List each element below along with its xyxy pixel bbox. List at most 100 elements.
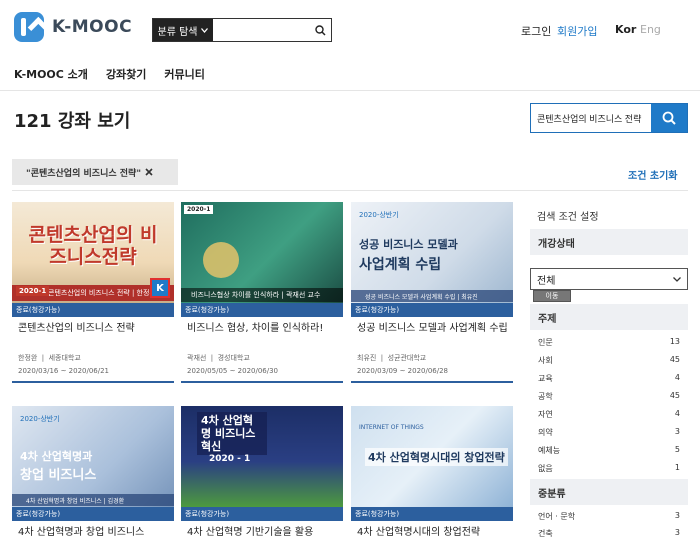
subject-name: 공학 xyxy=(538,392,553,401)
course-title[interactable]: 성공 비즈니스 모델과 사업계획 수립 xyxy=(351,322,513,350)
nav-item-courses[interactable]: 강좌찾기 xyxy=(106,66,146,82)
subject-count: 13 xyxy=(669,337,680,346)
course-instructor-school: 한정완 | 세종대학교 xyxy=(18,354,81,362)
signup-link[interactable]: 회원가입 xyxy=(557,23,597,39)
subject-filter-item[interactable]: 의약 3 xyxy=(538,427,680,438)
filter-chip-label: "콘텐츠산업의 비즈니스 전략" xyxy=(26,168,142,179)
mid-category-filter-item[interactable]: 언어 · 문학 3 xyxy=(538,511,680,522)
close-icon[interactable] xyxy=(145,168,153,176)
course-card[interactable]: INTERNET OF THINGS 4차 산업혁명시대의 창업전략 종료(청강… xyxy=(351,406,513,540)
subject-filter-item[interactable]: 자연 4 xyxy=(538,409,680,420)
course-status: 종료(청강가능) xyxy=(351,303,513,317)
thumbnail-year-tag: 2020-상반기 xyxy=(20,415,60,423)
course-title[interactable]: 4차 산업혁명시대의 창업전략 xyxy=(351,526,513,540)
subject-count: 4 xyxy=(674,373,680,382)
nav-item-about[interactable]: K-MOOC 소개 xyxy=(14,66,88,82)
subject-name: 없음 xyxy=(538,464,553,473)
card-bottom-bar xyxy=(181,381,343,383)
thumbnail-subtitle: 4차 산업혁명과 xyxy=(20,450,93,463)
thumbnail-title: 사업계획 수립 xyxy=(359,257,442,273)
subject-name: 의약 xyxy=(538,428,553,437)
subject-name: 자연 xyxy=(538,410,553,419)
course-status: 종료(청강가능) xyxy=(12,507,174,521)
course-instructor-school: 최유진 | 성균관대학교 xyxy=(357,354,427,362)
status-select[interactable]: 전체 xyxy=(530,268,688,290)
search-icon xyxy=(314,24,326,36)
thumbnail-caption: 성공 비즈니스 모델과 사업계획 수립 | 최유진 xyxy=(351,290,513,302)
reset-filters-link[interactable]: 조건 초기화 xyxy=(628,167,677,182)
nav-divider xyxy=(0,90,700,91)
page-title: 121 강좌 보기 xyxy=(14,111,131,132)
filter-settings-heading: 검색 조건 설정 xyxy=(537,212,599,223)
course-thumbnail[interactable]: 콘텐츠산업의 비즈니스전략 콘텐츠산업의 비즈니스 전략 | 한정완 2020-… xyxy=(12,202,174,303)
course-title[interactable]: 4차 산업혁명과 창업 비즈니스 xyxy=(12,526,174,540)
thumbnail-caption: 4차 산업혁명과 창업 비즈니스 | 김경환 xyxy=(12,494,174,506)
top-search-button[interactable] xyxy=(309,19,331,41)
move-tooltip: 이동 xyxy=(533,290,571,302)
course-thumbnail[interactable]: 2020-상반기 성공 비즈니스 모델과 사업계획 수립 성공 비즈니스 모델과… xyxy=(351,202,513,303)
course-thumbnail[interactable]: INTERNET OF THINGS 4차 산업혁명시대의 창업전략 xyxy=(351,406,513,507)
top-search-input[interactable] xyxy=(213,19,309,41)
course-search-bar xyxy=(530,103,688,133)
lang-kor-link[interactable]: Kor xyxy=(615,23,636,36)
course-school: 세종대학교 xyxy=(48,354,81,362)
lang-eng-link[interactable]: Eng xyxy=(640,23,661,36)
subject-count: 4 xyxy=(674,409,680,418)
course-title[interactable]: 비즈니스 협상, 차이를 인식하라! xyxy=(181,322,343,350)
chevron-down-icon xyxy=(673,276,681,282)
subject-section-header[interactable]: 주제 xyxy=(530,304,688,330)
course-card[interactable]: 2020-상반기 성공 비즈니스 모델과 사업계획 수립 성공 비즈니스 모델과… xyxy=(351,202,513,383)
course-status: 종료(청강가능) xyxy=(181,507,343,521)
mid-category-filter-item[interactable]: 건축 3 xyxy=(538,528,680,539)
status-select-value: 전체 xyxy=(537,275,556,287)
mid-category-name: 건축 xyxy=(538,529,553,538)
thumbnail-year-tag: 2020-상반기 xyxy=(359,211,399,219)
thumbnail-year-tag: 2020-1 xyxy=(184,205,214,214)
search-icon xyxy=(662,111,676,125)
kmooc-logo-icon xyxy=(14,12,44,42)
course-status: 종료(청강가능) xyxy=(351,507,513,521)
course-search-button[interactable] xyxy=(651,104,687,132)
course-instructor: 한정완 xyxy=(18,354,38,362)
category-explore-label: 분류 탐색 xyxy=(157,26,198,38)
mid-category-section-header[interactable]: 중분류 xyxy=(530,479,688,505)
course-instructor-school: 곽재선 | 경성대학교 xyxy=(187,354,250,362)
top-search-bar: 분류 탐색 xyxy=(152,18,332,42)
course-title[interactable]: 4차 산업혁명 기반기술을 활용 xyxy=(181,526,343,540)
kmooc-badge-icon: K xyxy=(150,278,170,298)
course-card[interactable]: 2020-상반기 4차 산업혁명과 창업 비즈니스 4차 산업혁명과 창업 비즈… xyxy=(12,406,174,540)
kmooc-logo[interactable]: K-MOOC xyxy=(14,12,132,42)
thumbnail-subtitle: 성공 비즈니스 모델과 xyxy=(359,238,458,251)
thumbnail-title: 콘텐츠산업의 비즈니스전략 xyxy=(28,224,158,268)
course-title[interactable]: 콘텐츠산업의 비즈니스 전략 xyxy=(12,322,174,350)
chevron-down-icon xyxy=(201,27,209,33)
course-card[interactable]: 2020-1 비즈니스협상 차이를 인식하라 | 곽재선 교수 종료(청강가능)… xyxy=(181,202,343,383)
subject-filter-item[interactable]: 인문 13 xyxy=(538,337,680,348)
thumbnail-subtitle: 비즈니스협상 차이를 인식하라 | 곽재선 교수 xyxy=(181,288,343,302)
subject-name: 사회 xyxy=(538,356,553,365)
nav-item-community[interactable]: 커뮤니티 xyxy=(164,66,204,82)
subject-filter-item[interactable]: 사회 45 xyxy=(538,355,680,366)
login-link[interactable]: 로그인 xyxy=(521,23,551,39)
status-section-header[interactable]: 개강상태 xyxy=(530,229,688,255)
subject-filter-item[interactable]: 공학 45 xyxy=(538,391,680,402)
thumbnail-title: 4차 산업혁명시대의 창업전략 xyxy=(365,448,508,466)
course-thumbnail[interactable]: 2020-상반기 4차 산업혁명과 창업 비즈니스 4차 산업혁명과 창업 비즈… xyxy=(12,406,174,507)
subject-filter-item[interactable]: 없음 1 xyxy=(538,463,680,474)
subject-filter-item[interactable]: 예체능 5 xyxy=(538,445,680,456)
mid-category-name: 언어 · 문학 xyxy=(538,512,576,521)
subject-filter-item[interactable]: 교육 4 xyxy=(538,373,680,384)
course-status: 종료(청강가능) xyxy=(181,303,343,317)
course-card[interactable]: 콘텐츠산업의 비즈니스전략 콘텐츠산업의 비즈니스 전략 | 한정완 2020-… xyxy=(12,202,174,383)
course-card[interactable]: 4차 산업혁명 비즈니스 혁신 2020 - 1 종료(청강가능) 4차 산업혁… xyxy=(181,406,343,540)
course-search-input[interactable] xyxy=(531,104,651,132)
category-explore-dropdown[interactable]: 분류 탐색 xyxy=(153,19,213,41)
course-status: 종료(청강가능) xyxy=(12,303,174,317)
course-thumbnail[interactable]: 4차 산업혁명 비즈니스 혁신 2020 - 1 xyxy=(181,406,343,507)
active-filter-chip: "콘텐츠산업의 비즈니스 전략" xyxy=(12,159,178,185)
subject-name: 예체능 xyxy=(538,446,561,455)
course-thumbnail[interactable]: 2020-1 비즈니스협상 차이를 인식하라 | 곽재선 교수 xyxy=(181,202,343,303)
mid-category-count: 3 xyxy=(674,511,680,520)
subject-name: 교육 xyxy=(538,374,553,383)
course-school: 성균관대학교 xyxy=(387,354,427,362)
